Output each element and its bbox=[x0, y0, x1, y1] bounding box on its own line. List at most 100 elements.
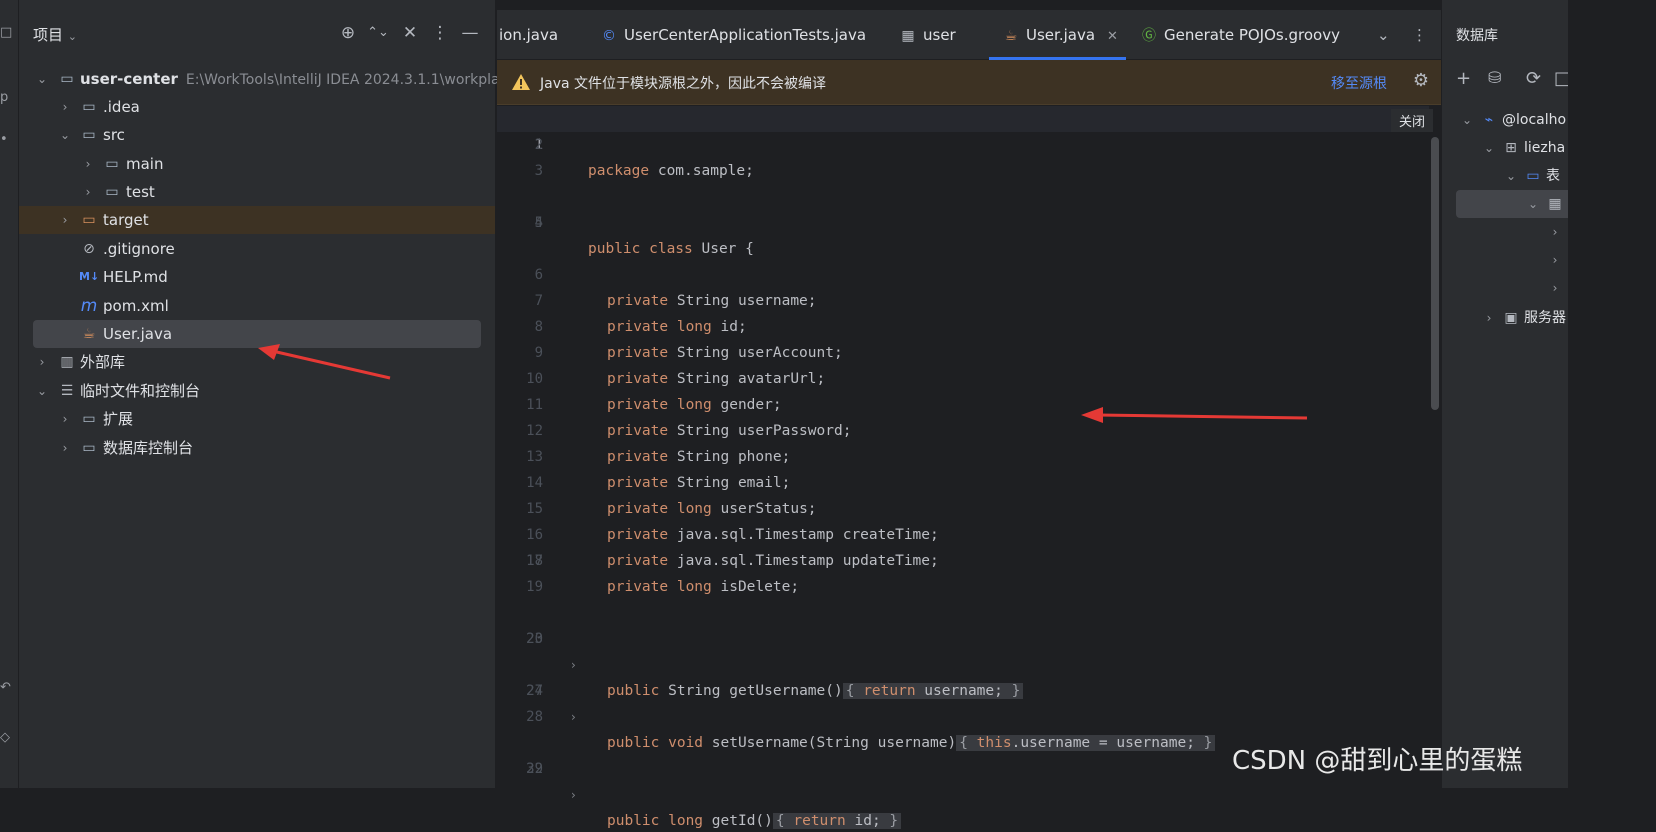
data-source-properties-icon[interactable]: ⛁ bbox=[1488, 68, 1501, 87]
warning-icon bbox=[512, 74, 530, 90]
tab-user-center-tests[interactable]: © UserCenterApplicationTests.java bbox=[600, 10, 866, 60]
tree-item-gitignore[interactable]: ⊘ .gitignore bbox=[19, 235, 495, 263]
maven-icon: m bbox=[80, 296, 98, 316]
refresh-icon[interactable]: ⟳ bbox=[1526, 68, 1541, 89]
editor-tab-bar: ion.java © UserCenterApplicationTests.jav… bbox=[497, 10, 1441, 60]
fold-expand-icon[interactable]: › bbox=[571, 782, 576, 808]
annotation-arrow-left bbox=[258, 344, 391, 380]
db-tree-item-keys[interactable]: › bbox=[1548, 246, 1568, 274]
java-file-icon: ☕ bbox=[82, 326, 96, 342]
editor-area: ion.java © UserCenterApplicationTests.jav… bbox=[497, 0, 1441, 829]
code-editor[interactable]: 1 package com.sample; 2 3 4 public class… bbox=[497, 105, 1441, 829]
tab-user-table[interactable]: ▦ user bbox=[899, 10, 956, 60]
chevron-down-icon[interactable]: ⌄ bbox=[1526, 190, 1540, 218]
hide-panel-icon[interactable]: — bbox=[459, 22, 481, 44]
db-tree-item-indexes[interactable]: › bbox=[1548, 274, 1568, 302]
gear-icon[interactable]: ⚙ bbox=[1413, 70, 1429, 91]
chevron-right-icon[interactable]: › bbox=[1548, 246, 1562, 274]
chevron-right-icon[interactable]: › bbox=[81, 178, 95, 206]
close-tooltip-button[interactable]: 关闭 bbox=[1390, 109, 1433, 132]
tree-item-label: test bbox=[126, 183, 155, 201]
chevron-down-icon[interactable]: ⌄ bbox=[35, 377, 49, 405]
chevron-down-icon: ⌄ bbox=[67, 30, 78, 43]
project-panel: 项目 ⌄ ⊕ ⌃⌄ ✕ ⋮ — ⌄ ▭ user-center E:\WorkTo… bbox=[19, 0, 516, 788]
tree-item-test[interactable]: › ▭ test bbox=[19, 178, 495, 206]
folder-icon: ▭ bbox=[82, 440, 96, 456]
tree-item-pom-xml[interactable]: m pom.xml bbox=[19, 292, 495, 320]
code-line: 4 public class User { bbox=[497, 184, 1429, 257]
db-tree-item-schema[interactable]: ⌄ ⊞ liezha bbox=[1482, 134, 1565, 162]
tree-item-label: 扩展 bbox=[103, 410, 134, 428]
code-line: 7 private long id; bbox=[497, 262, 1429, 335]
chevron-right-icon[interactable]: › bbox=[58, 434, 72, 462]
tabs-dropdown-icon[interactable]: ⌄ bbox=[1377, 10, 1390, 60]
chevron-down-icon[interactable]: ⌄ bbox=[1504, 162, 1518, 190]
move-to-source-root-link[interactable]: 移至源根 bbox=[1331, 73, 1387, 93]
db-tree-item-tables[interactable]: ⌄ ▭ 表 bbox=[1504, 162, 1560, 190]
tree-item-label: 临时文件和控制台 bbox=[80, 382, 201, 400]
add-icon[interactable]: + bbox=[1456, 68, 1471, 89]
tree-item-label: .idea bbox=[103, 98, 140, 116]
table-icon: ▦ bbox=[1548, 196, 1562, 212]
folder-icon: ▭ bbox=[82, 99, 96, 115]
chevron-right-icon[interactable]: › bbox=[81, 150, 95, 178]
tree-item-label: pom.xml bbox=[103, 297, 169, 315]
chevron-right-icon[interactable]: › bbox=[1548, 274, 1562, 302]
tab-application-java[interactable]: ion.java bbox=[499, 10, 558, 60]
tabs-options-icon[interactable]: ⋮ bbox=[1412, 10, 1427, 60]
chevron-right-icon[interactable]: › bbox=[35, 348, 49, 376]
db-tree-item-columns[interactable]: › bbox=[1548, 218, 1568, 246]
chevron-down-icon[interactable]: ⌄ bbox=[58, 121, 72, 149]
chevron-down-icon[interactable]: ⌄ bbox=[1460, 106, 1474, 134]
code-line: 19 bbox=[497, 574, 1429, 600]
tree-item-user-center[interactable]: ⌄ ▭ user-center E:\WorkTools\IntelliJ IDE… bbox=[19, 65, 516, 93]
run-tool-icon[interactable]: ↶ bbox=[0, 680, 11, 695]
database-panel-title: 数据库 bbox=[1456, 28, 1498, 44]
java-file-icon: ☕ bbox=[1004, 28, 1018, 44]
db-item-label: liezha bbox=[1524, 140, 1566, 156]
chevron-down-icon[interactable]: ⌄ bbox=[1482, 134, 1496, 162]
left-tool-strip: □ p • ↶ ◇ bbox=[0, 0, 19, 788]
chevron-right-icon[interactable]: › bbox=[58, 93, 72, 121]
chevron-right-icon[interactable]: › bbox=[1482, 304, 1496, 332]
tree-item-extensions[interactable]: › ▭ 扩展 bbox=[19, 405, 495, 433]
project-tool-icon[interactable]: □ bbox=[0, 25, 12, 40]
line-number: 5 bbox=[534, 215, 543, 231]
tree-item-idea[interactable]: › ▭ .idea bbox=[19, 93, 495, 121]
chevron-right-icon[interactable]: › bbox=[58, 405, 72, 433]
close-icon[interactable]: ✕ bbox=[1107, 29, 1118, 44]
db-tree-item-localhost[interactable]: ⌄ ⌁ @localho bbox=[1460, 106, 1566, 134]
code-line: 10 private long gender; bbox=[497, 340, 1429, 413]
locate-icon[interactable]: ⊕ bbox=[337, 22, 359, 44]
stop-icon[interactable]: □ bbox=[1554, 68, 1568, 89]
code-line: 28 bbox=[497, 704, 1429, 730]
db-item-label: 表 bbox=[1546, 168, 1560, 184]
code-line: 16 private java.sql.Timestamp updateTime… bbox=[497, 496, 1429, 569]
chevron-right-icon[interactable]: › bbox=[1548, 218, 1562, 246]
tab-user-java[interactable]: ☕ User.java ✕ bbox=[989, 10, 1126, 60]
expand-all-icon[interactable]: ⌃⌄ bbox=[367, 22, 389, 44]
tree-item-label: target bbox=[103, 211, 149, 229]
git-tool-icon[interactable]: ◇ bbox=[0, 730, 10, 745]
db-tree-item-server-objects[interactable]: › ▣ 服务器 bbox=[1482, 304, 1566, 332]
editor-scrollbar[interactable] bbox=[1431, 137, 1439, 410]
annotation-arrow-right bbox=[1081, 407, 1308, 423]
db-tree-item-user-table[interactable]: ⌄ ▦ bbox=[1526, 190, 1568, 218]
tree-item-help-md[interactable]: M↓ HELP.md bbox=[19, 263, 495, 291]
tree-item-src[interactable]: ⌄ ▭ src bbox=[19, 121, 495, 149]
line-number: 2 bbox=[534, 137, 543, 153]
tab-label: user bbox=[923, 26, 956, 44]
tree-item-main[interactable]: › ▭ main bbox=[19, 150, 495, 178]
chevron-right-icon[interactable]: › bbox=[58, 206, 72, 234]
collapse-all-icon[interactable]: ✕ bbox=[399, 22, 421, 44]
folded-code-region[interactable]: { return id; } bbox=[772, 813, 902, 829]
commit-tool-icon[interactable]: p bbox=[0, 90, 10, 105]
line-number: 23 bbox=[526, 631, 543, 647]
tree-item-db-consoles[interactable]: › ▭ 数据库控制台 bbox=[19, 434, 495, 462]
tree-item-target[interactable]: › ▭ target bbox=[19, 206, 495, 234]
project-view-dropdown[interactable]: 项目 ⌄ bbox=[33, 24, 77, 45]
tab-generate-pojos[interactable]: Ⓖ Generate POJOs.groovy bbox=[1140, 10, 1340, 60]
more-tools-icon[interactable]: • bbox=[0, 132, 10, 147]
options-menu-icon[interactable]: ⋮ bbox=[429, 22, 451, 44]
chevron-down-icon[interactable]: ⌄ bbox=[35, 65, 49, 93]
